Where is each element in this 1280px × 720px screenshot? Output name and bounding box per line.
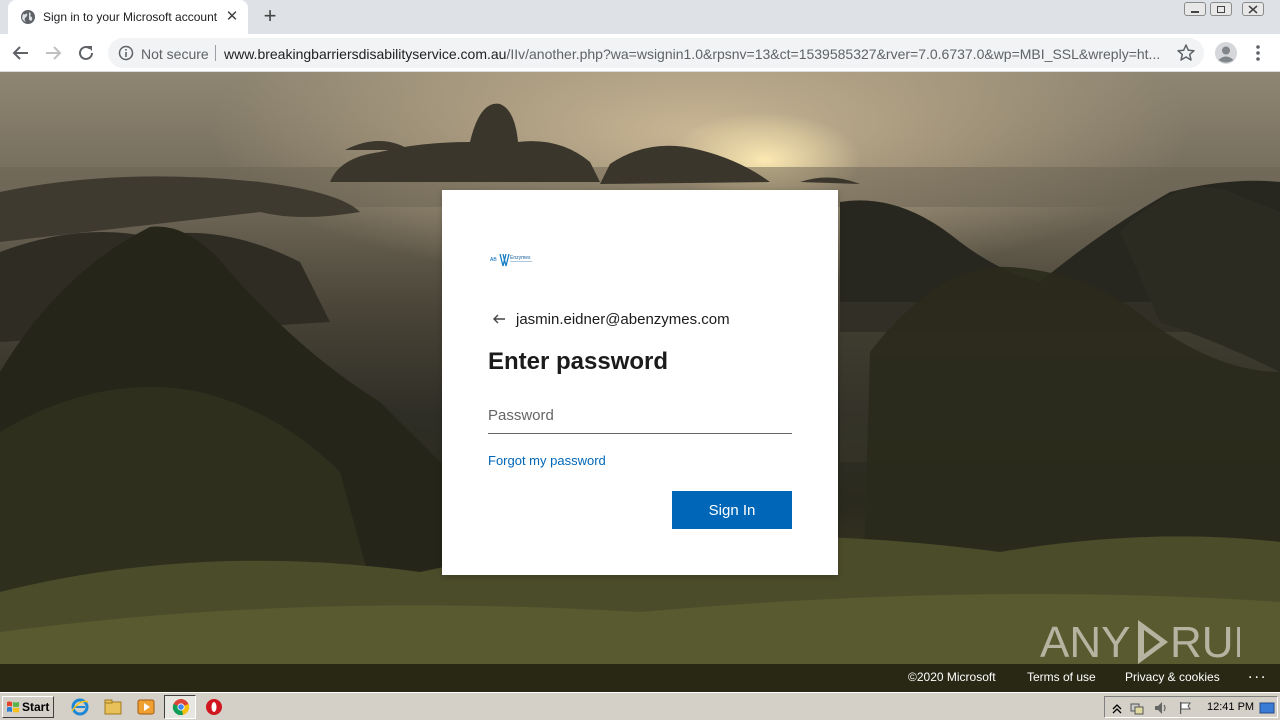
company-logo: AB Enzymes	[490, 253, 532, 267]
chrome-icon	[172, 699, 190, 716]
svg-text:AB: AB	[490, 257, 497, 263]
more-menu-icon[interactable]	[1248, 41, 1268, 65]
new-tab-button[interactable]: +	[258, 5, 282, 29]
address-separator	[215, 45, 216, 61]
volume-icon[interactable]	[1153, 700, 1169, 716]
taskbar: Start 12:41 PM	[0, 692, 1280, 720]
globe-icon	[21, 10, 35, 24]
opera-icon[interactable]	[204, 697, 224, 717]
info-icon[interactable]	[118, 45, 134, 61]
chrome-taskbar-button[interactable]	[164, 695, 196, 719]
back-arrow-icon[interactable]	[490, 310, 508, 328]
start-label: Start	[22, 700, 50, 714]
watermark-text-right: RUN	[1170, 618, 1240, 667]
system-tray: 12:41 PM	[1104, 696, 1278, 718]
reload-icon[interactable]	[73, 40, 99, 66]
bookmark-star-icon[interactable]	[1176, 43, 1196, 63]
network-icon[interactable]	[1129, 700, 1145, 716]
browser-tab[interactable]: Sign in to your Microsoft account ✕	[8, 0, 248, 34]
sign-in-button[interactable]: Sign In	[672, 491, 792, 529]
watermark-logo: ANY RUN	[1040, 618, 1240, 667]
internet-explorer-icon[interactable]	[70, 697, 90, 717]
taskbar-clock[interactable]: 12:41 PM	[1207, 701, 1254, 713]
url-host: www.breakingbarriersdisabilityservice.co…	[224, 46, 507, 62]
tab-close-icon[interactable]: ✕	[223, 8, 241, 26]
account-identity: jasmin.eidner@abenzymes.com	[490, 308, 730, 330]
more-options-icon[interactable]: ...	[1248, 665, 1267, 683]
profile-avatar-icon[interactable]	[1214, 41, 1238, 65]
sign-in-card: AB Enzymes jasmin.eidner@abenzymes.com E…	[442, 190, 838, 575]
minimize-button[interactable]	[1182, 0, 1208, 18]
page-footer: ©2020 Microsoft Terms of use Privacy & c…	[0, 664, 1280, 692]
show-desktop-icon[interactable]	[1259, 700, 1275, 716]
url-path: /IIv/another.php?wa=wsignin1.0&rpsnv=13&…	[506, 46, 1161, 62]
address-bar[interactable]: Not secure www.breakingbarriersdisabilit…	[108, 38, 1204, 68]
page-viewport: AB Enzymes jasmin.eidner@abenzymes.com E…	[0, 72, 1280, 692]
action-center-flag-icon[interactable]	[1177, 700, 1193, 716]
close-window-button[interactable]	[1240, 0, 1266, 18]
page-title: Enter password	[488, 348, 669, 375]
security-label: Not secure	[141, 46, 209, 62]
url-text[interactable]: www.breakingbarriersdisabilityservice.co…	[224, 46, 1169, 62]
svg-text:Enzymes: Enzymes	[510, 255, 531, 261]
privacy-link[interactable]: Privacy & cookies	[1125, 670, 1220, 684]
terms-link[interactable]: Terms of use	[1027, 670, 1096, 684]
watermark-text-left: ANY	[1040, 618, 1130, 667]
media-player-icon[interactable]	[136, 697, 156, 717]
browser-tab-bar: Sign in to your Microsoft account ✕ +	[0, 0, 1280, 34]
back-arrow-icon[interactable]	[8, 40, 34, 66]
browser-toolbar: Not secure www.breakingbarriersdisabilit…	[0, 34, 1280, 72]
tab-title: Sign in to your Microsoft account	[43, 10, 218, 24]
windows-logo-icon	[7, 701, 19, 713]
password-field[interactable]	[488, 398, 792, 434]
restore-button[interactable]	[1208, 0, 1234, 18]
start-button[interactable]: Start	[2, 696, 54, 718]
file-explorer-icon[interactable]	[103, 697, 123, 717]
chevron-up-icon[interactable]	[1109, 700, 1125, 716]
forgot-password-link[interactable]: Forgot my password	[488, 453, 606, 468]
copyright-text: ©2020 Microsoft	[908, 670, 996, 684]
account-email: jasmin.eidner@abenzymes.com	[516, 310, 730, 328]
forward-arrow-icon[interactable]	[40, 40, 66, 66]
